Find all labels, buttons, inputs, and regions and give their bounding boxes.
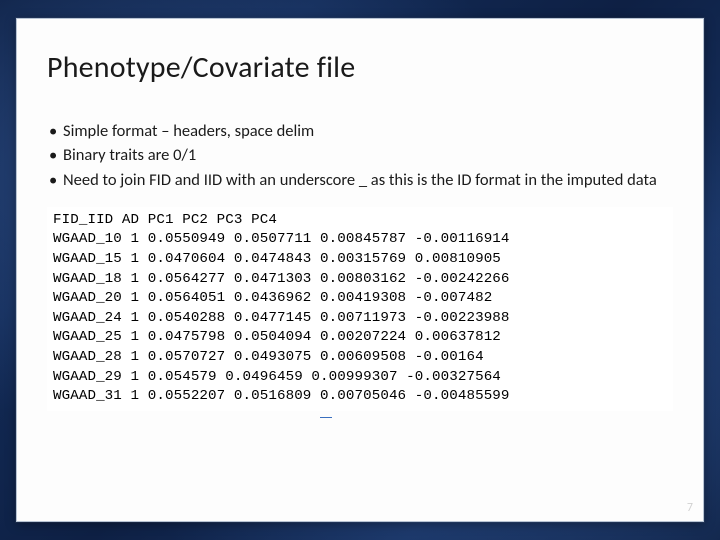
slide-title: Phenotype/Covariate file [47,49,673,86]
bullet-item: Need to join FID and IID with an undersc… [49,169,673,191]
page-number: 7 [687,501,693,515]
bullet-item: Simple format – headers, space delim [49,120,673,142]
file-data-row: WGAAD_15 1 0.0470604 0.0474843 0.0031576… [53,251,501,267]
bullet-list: Simple format – headers, space delim Bin… [49,120,673,191]
file-preview-block: FID_IID AD PC1 PC2 PC3 PC4 WGAAD_10 1 0.… [47,207,673,411]
decorative-mark [320,417,332,418]
file-data-row: WGAAD_24 1 0.0540288 0.0477145 0.0071197… [53,310,510,326]
file-header-row: FID_IID AD PC1 PC2 PC3 PC4 [53,212,277,228]
file-data-row: WGAAD_18 1 0.0564277 0.0471303 0.0080316… [53,271,510,287]
file-data-row: WGAAD_28 1 0.0570727 0.0493075 0.0060950… [53,349,484,365]
file-data-row: WGAAD_25 1 0.0475798 0.0504094 0.0020722… [53,329,501,345]
file-data-row: WGAAD_10 1 0.0550949 0.0507711 0.0084578… [53,231,510,247]
slide-inner-card: Phenotype/Covariate file Simple format –… [16,18,704,522]
file-data-row: WGAAD_31 1 0.0552207 0.0516809 0.0070504… [53,388,510,404]
file-data-row: WGAAD_29 1 0.054579 0.0496459 0.00999307… [53,369,501,385]
slide-outer-frame: Phenotype/Covariate file Simple format –… [0,0,720,540]
bullet-item: Binary traits are 0/1 [49,144,673,166]
file-data-row: WGAAD_20 1 0.0564051 0.0436962 0.0041930… [53,290,492,306]
